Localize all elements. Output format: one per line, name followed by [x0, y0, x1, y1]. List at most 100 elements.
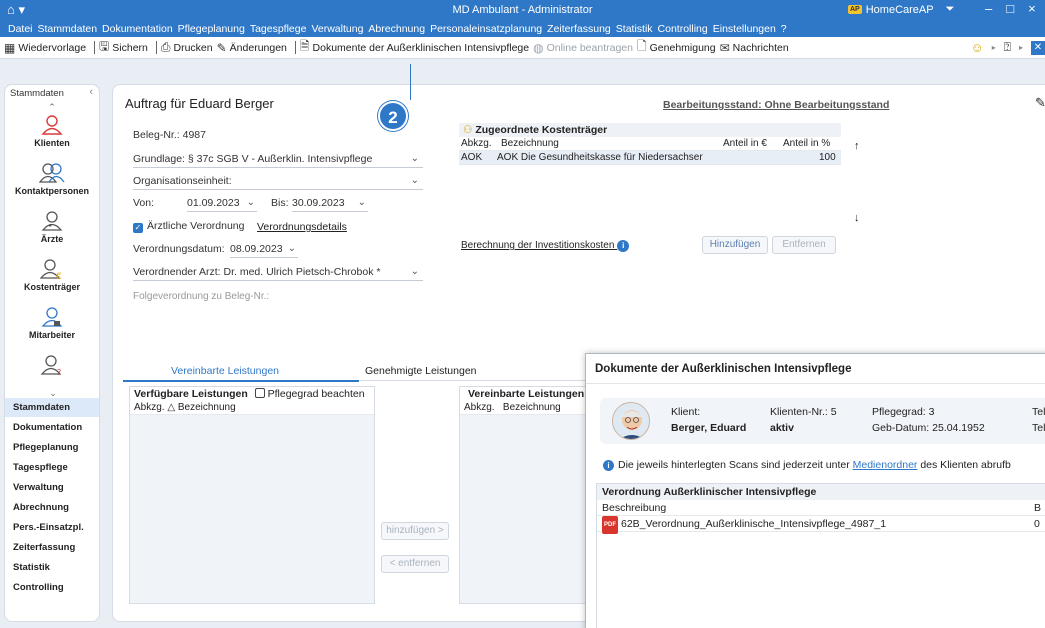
menu-tagespflege[interactable]: Tagespflege	[250, 23, 307, 35]
add-leistung-button[interactable]: hinzufügen >	[381, 522, 449, 540]
info-text: i Die jeweils hinterlegten Scans sind jed…	[603, 459, 1011, 471]
minimize-icon[interactable]: –	[985, 1, 992, 16]
chevron-down-icon: ⌄	[410, 175, 419, 186]
menu-zeiterfassung[interactable]: Zeiterfassung	[547, 23, 611, 35]
sidebar-item-more[interactable]: ?	[5, 351, 99, 376]
sidebar-item-aerzte[interactable]: Ärzte	[5, 207, 99, 255]
aerztliche-verordnung-checkbox[interactable]: ✓ Ärztliche Verordnung	[133, 220, 244, 233]
changes-icon: ✎	[216, 40, 227, 55]
nav-zeiterfassung[interactable]: Zeiterfassung	[5, 538, 99, 558]
tab-genehmigte-leistungen[interactable]: Genehmigte Leistungen	[365, 365, 477, 377]
print-icon: ⎙	[160, 40, 171, 54]
medienordner-link[interactable]: Medienordner	[853, 459, 918, 471]
documents-button[interactable]: 🗎 Dokumente der Außerklinischen Intensivp…	[300, 37, 529, 58]
nav-dokumentation[interactable]: Dokumentation	[5, 418, 99, 438]
nav-stammdaten[interactable]: Stammdaten	[5, 398, 99, 418]
sidebar-item-kontaktpersonen[interactable]: Kontaktpersonen	[5, 159, 99, 207]
pflegegrad: Pflegegrad: 3	[872, 406, 935, 418]
sidebar-item-mitarbeiter[interactable]: Mitarbeiter	[5, 303, 99, 351]
smiley-icon[interactable]: ☺	[970, 40, 983, 55]
payer-small-icon: ⚇	[463, 124, 473, 136]
verordnungsdatum-input[interactable]: 08.09.2023 ⌄	[230, 243, 298, 258]
tab-vereinbarte-leistungen[interactable]: Vereinbarte Leistungen	[171, 365, 279, 377]
vereinbarte-header: Vereinbarte Leistungen	[460, 387, 588, 401]
online-request-button[interactable]: ◍ Online beantragen	[533, 41, 633, 55]
wiedervorlage-button[interactable]: ▦ Wiedervorlage	[4, 41, 86, 55]
menu-help[interactable]: ?	[781, 23, 787, 35]
info-icon[interactable]: i	[617, 240, 630, 252]
menu-abrechnung[interactable]: Abrechnung	[368, 23, 425, 35]
sidebar-item-kostentraeger[interactable]: € Kostenträger	[5, 255, 99, 303]
verordnender-arzt-select[interactable]: Verordnender Arzt: Dr. med. Ulrich Piets…	[133, 266, 423, 281]
help-icon[interactable]: ⍰	[1004, 40, 1011, 55]
page-title: Auftrag für Eduard Berger	[125, 96, 274, 111]
menu-verwaltung[interactable]: Verwaltung	[311, 23, 363, 35]
klient-name: Berger, Eduard	[671, 422, 747, 434]
move-down-icon[interactable]: ↓	[854, 212, 860, 224]
sidebar-item-klienten[interactable]: Klienten	[5, 111, 99, 159]
close-tab-icon[interactable]: ✕	[1031, 40, 1045, 55]
documents-dialog: Dokumente der Außerklinischen Intensivpf…	[585, 353, 1045, 628]
avatar	[612, 402, 650, 440]
list-item[interactable]: PDF 62B_Verordnung_Außerklinische_Intensi…	[597, 516, 1045, 534]
move-up-icon[interactable]: ↑	[854, 140, 860, 152]
approval-button[interactable]: 🗋 Genehmigung	[637, 37, 716, 58]
nav-verwaltung[interactable]: Verwaltung	[5, 478, 99, 498]
beleg-row: Beleg-Nr.: 4987	[133, 129, 206, 141]
title-bar: ⌂ ▾ MD Ambulant - Administrator AP HomeCa…	[0, 0, 1045, 20]
menu-pflegeplanung[interactable]: Pflegeplanung	[178, 23, 245, 35]
organisationseinheit-select[interactable]: Organisationseinheit: ⌄	[133, 175, 423, 190]
nav-abrechnung[interactable]: Abrechnung	[5, 498, 99, 518]
collapse-icon[interactable]: ‹	[89, 86, 93, 98]
homecare-app[interactable]: AP HomeCareAP ⏷	[848, 3, 954, 16]
chevron-down-icon: ⌄	[287, 243, 296, 254]
print-button[interactable]: ⎙ Drucken	[161, 40, 213, 55]
menu-dokumentation[interactable]: Dokumentation	[102, 23, 173, 35]
nav-pflegeplanung[interactable]: Pflegeplanung	[5, 438, 99, 458]
menu-einstellungen[interactable]: Einstellungen	[713, 23, 776, 35]
menu-statistik[interactable]: Statistik	[616, 23, 653, 35]
person-question-icon: ?	[41, 355, 62, 376]
chevron-down-icon: ⌄	[246, 197, 255, 208]
close-icon[interactable]: ×	[1028, 1, 1036, 16]
messages-button[interactable]: ✉ Nachrichten	[720, 41, 789, 55]
arrow-right-icon: ▸	[1018, 43, 1023, 52]
callout-badge: 2	[378, 101, 408, 131]
folgeverordnung-label: Folgeverordnung zu Beleg-Nr.:	[133, 291, 270, 302]
bis-date-input[interactable]: 30.09.2023 ⌄	[292, 197, 368, 212]
mail-icon: ✉	[719, 40, 730, 55]
pflegegrad-checkbox[interactable]: Pflegegrad beachten	[254, 388, 365, 400]
grundlage-select[interactable]: Grundlage: § 37c SGB V - Außerklin. Inte…	[133, 153, 423, 168]
changes-button[interactable]: ✎ Änderungen	[217, 41, 287, 55]
menu-personaleinsatzplanung[interactable]: Personaleinsatzplanung	[430, 23, 542, 35]
edit-pencil-icon[interactable]: ✎	[1035, 95, 1045, 111]
add-kostentraeger-button[interactable]: Hinzufügen	[702, 236, 768, 254]
nav-statistik[interactable]: Statistik	[5, 558, 99, 578]
bearbeitungsstand-link[interactable]: Bearbeitungsstand: Ohne Bearbeitungsstan…	[663, 99, 889, 111]
menu-controlling[interactable]: Controlling	[658, 23, 708, 35]
scroll-up-icon[interactable]: ⌃	[5, 103, 99, 112]
table-row[interactable]: AOK AOK Die Gesundheitskasse für Niedersa…	[459, 151, 841, 165]
callout-line	[410, 64, 411, 100]
save-button[interactable]: 🖫 Sichern	[99, 37, 148, 58]
nav-pers-einsatzpl[interactable]: Pers.-Einsatzpl.	[5, 518, 99, 538]
klienten-nr: Klienten-Nr.: 5	[770, 406, 837, 418]
filter-icon[interactable]: ⏷	[946, 3, 955, 16]
scroll-down-icon[interactable]: ⌄	[5, 389, 99, 398]
globe-icon: ◍	[533, 40, 544, 55]
sidebar: Stammdaten ‹ ⌃ Klienten Kontaktpersonen Ä…	[4, 84, 100, 622]
menu-stammdaten[interactable]: Stammdaten	[38, 23, 98, 35]
svg-text:?: ?	[57, 368, 61, 376]
von-date-input[interactable]: 01.09.2023 ⌄	[187, 197, 257, 212]
investitionskosten-link[interactable]: Berechnung der Investitionskosten i	[461, 240, 630, 252]
verordnung-section: Verordnung Außerklinischer Intensivpfleg…	[596, 483, 1045, 628]
maximize-icon[interactable]: □	[1006, 1, 1014, 16]
nav-controlling[interactable]: Controlling	[5, 578, 99, 598]
menu-datei[interactable]: Datei	[8, 23, 33, 35]
remove-kostentraeger-button[interactable]: Entfernen	[772, 236, 836, 254]
verfuegbare-columns: Abkzg. △ Bezeichnung	[130, 401, 374, 415]
nav-tagespflege[interactable]: Tagespflege	[5, 458, 99, 478]
remove-leistung-button[interactable]: < entfernen	[381, 555, 449, 573]
verordnungsdetails-link[interactable]: Verordnungsdetails	[257, 221, 347, 233]
tel-1: Tel. 1	[1032, 406, 1045, 418]
